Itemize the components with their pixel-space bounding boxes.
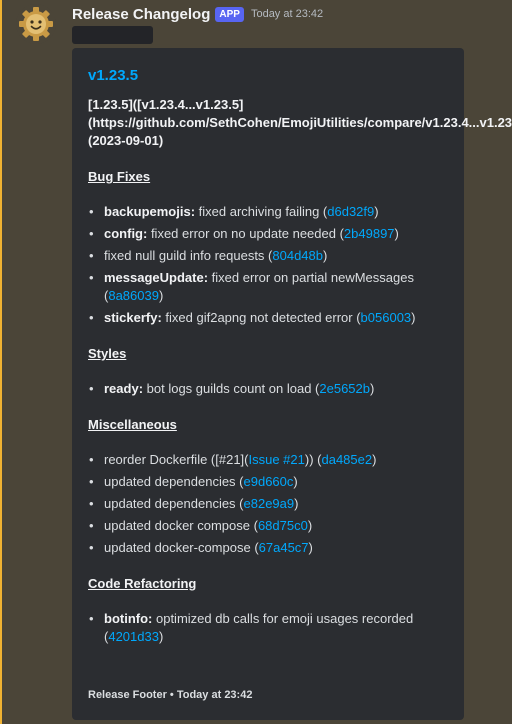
commit-hash-link[interactable]: 68d75c0	[258, 518, 308, 533]
author-name[interactable]: Release Changelog	[72, 6, 210, 23]
mention-highlight-bar	[0, 0, 2, 724]
change-item: reorder Dockerfile ([#21](Issue #21)) (d…	[89, 451, 448, 469]
change-item: stickerfy: fixed gif2apng not detected e…	[89, 309, 448, 327]
change-scope: backupemojis:	[104, 204, 196, 219]
change-item: ready: bot logs guilds count on load (2e…	[89, 380, 448, 398]
change-item: botinfo: optimized db calls for emoji us…	[89, 610, 448, 646]
commit-hash-link[interactable]: b056003	[361, 310, 412, 325]
change-text-end: )	[411, 310, 416, 325]
change-text-end: )	[394, 226, 399, 241]
change-item: fixed null guild info requests (804d48b)	[89, 247, 448, 265]
embed-footer: Release Footer • Today at 23:42	[88, 689, 252, 701]
change-text-end: )	[307, 518, 313, 533]
commit-hash-link[interactable]: 804d48b	[272, 248, 323, 263]
change-text: fixed gif2apng not detected error (	[161, 310, 361, 325]
section-heading: Bug Fixes	[88, 169, 151, 184]
change-text-end: )	[158, 629, 164, 644]
change-text-end: )	[323, 248, 328, 263]
footer-separator: •	[166, 689, 177, 701]
change-text-end: )	[308, 540, 313, 555]
change-item: messageUpdate: fixed error on partial ne…	[89, 269, 448, 305]
commit-hash-link[interactable]: 4201d33	[108, 629, 159, 644]
change-list: reorder Dockerfile ([#21](Issue #21)) (d…	[88, 451, 448, 557]
change-item: updated docker-compose (67a45c7)	[89, 539, 448, 557]
embed-title[interactable]: v1.23.5	[88, 65, 448, 87]
changelog-embed: v1.23.5 [1.23.5]([v1.23.4...v1.23.5](htt…	[72, 48, 512, 720]
issue-link[interactable]: Issue #21	[249, 452, 305, 467]
spoiler-block[interactable]	[72, 26, 153, 44]
change-text: updated dependencies (	[104, 496, 244, 511]
change-scope: ready:	[104, 381, 144, 396]
change-scope: botinfo:	[104, 611, 153, 626]
compare-line: [1.23.5]([v1.23.4...v1.23.5](https://git…	[88, 97, 512, 148]
gear-face-icon	[16, 4, 56, 44]
commit-hash-link[interactable]: 67a45c7	[259, 540, 309, 555]
changelog-sections: Bug Fixes backupemojis: fixed archiving f…	[88, 168, 448, 646]
change-scope: messageUpdate:	[104, 270, 209, 285]
change-item: backupemojis: fixed archiving failing (d…	[89, 203, 448, 221]
section-heading: Styles	[88, 346, 127, 361]
change-text: updated dependencies (	[104, 474, 244, 489]
commit-hash-link[interactable]: 2e5652b	[319, 381, 370, 396]
message-timestamp: Today at 23:42	[250, 8, 324, 20]
change-text: fixed null guild info requests (	[104, 248, 273, 263]
change-list: backupemojis: fixed archiving failing (d…	[88, 203, 448, 327]
change-item: updated dependencies (e82e9a9)	[89, 495, 448, 513]
footer-timestamp: Today at 23:42	[176, 689, 253, 701]
commit-hash-link[interactable]: d6d32f9	[327, 204, 374, 219]
change-text: fixed error on no update needed (	[147, 226, 344, 241]
change-text: updated docker-compose (	[104, 540, 259, 555]
commit-hash-link[interactable]: 2b49897	[344, 226, 395, 241]
change-item: updated dependencies (e9d660c)	[89, 473, 448, 491]
change-text-end: )	[158, 288, 164, 303]
app-badge: APP	[215, 6, 244, 22]
embed-description: [1.23.5]([v1.23.4...v1.23.5](https://git…	[88, 96, 512, 646]
change-text: bot logs guilds count on load (	[143, 381, 320, 396]
change-item: config: fixed error on no update needed …	[89, 225, 448, 243]
section-heading: Code Refactoring	[88, 576, 197, 591]
change-text-end: )	[374, 204, 379, 219]
change-item: updated docker compose (68d75c0)	[89, 517, 448, 535]
commit-hash-link[interactable]: da485e2	[321, 452, 372, 467]
change-text-end: )	[294, 496, 299, 511]
change-text-end: )	[370, 381, 375, 396]
commit-hash-link[interactable]: 8a86039	[108, 288, 159, 303]
change-text: reorder Dockerfile ([#21](	[104, 452, 249, 467]
change-text: updated docker compose (	[104, 518, 258, 533]
section-heading: Miscellaneous	[88, 417, 177, 432]
change-text-mid: )) (	[304, 452, 322, 467]
avatar[interactable]	[16, 4, 56, 44]
footer-text: Release Footer	[88, 689, 167, 701]
commit-hash-link[interactable]: e9d660c	[244, 474, 294, 489]
message-header: Release Changelog APP Today at 23:42	[72, 4, 323, 24]
change-scope: stickerfy:	[104, 310, 162, 325]
change-text-end: )	[372, 452, 377, 467]
change-list: ready: bot logs guilds count on load (2e…	[88, 380, 448, 398]
change-text: fixed archiving failing (	[195, 204, 328, 219]
change-scope: config:	[104, 226, 148, 241]
change-list: botinfo: optimized db calls for emoji us…	[88, 610, 448, 646]
commit-hash-link[interactable]: e82e9a9	[244, 496, 295, 511]
change-text-end: )	[293, 474, 298, 489]
